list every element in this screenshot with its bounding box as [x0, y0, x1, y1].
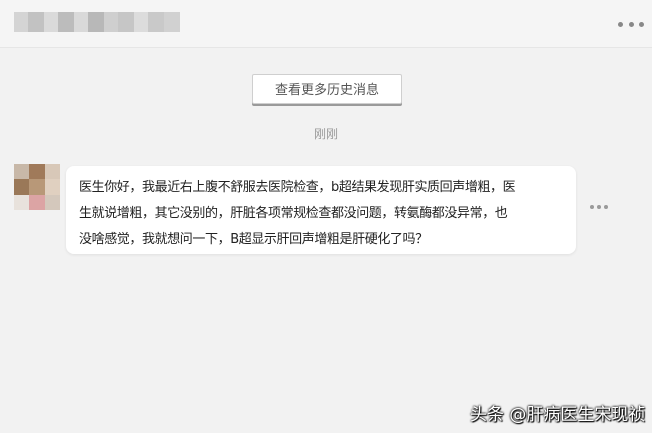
- message-more-icon[interactable]: [590, 204, 608, 210]
- chat-header: [0, 0, 652, 48]
- avatar-pixel: [14, 194, 30, 210]
- blurred-contact-name: [14, 12, 180, 32]
- blur-block: [88, 12, 104, 32]
- message-bubble: 医生你好，我最近右上腹不舒服去医院检查，b超结果发现肝实质回声增粗，医 生就说增…: [66, 166, 576, 254]
- avatar-pixel: [29, 164, 45, 180]
- avatar-pixel: [29, 194, 45, 210]
- more-dots-icon[interactable]: [618, 14, 644, 34]
- blur-block: [164, 12, 180, 32]
- avatar-pixel: [44, 179, 60, 195]
- avatar-pixel: [14, 164, 30, 180]
- message-line: 生就说增粗，其它没别的，肝脏各项常规检查都没问题，转氨酶都没异常，也: [79, 206, 508, 221]
- avatar-pixel: [29, 179, 45, 195]
- blur-block: [118, 12, 134, 32]
- message-line: 医生你好，我最近右上腹不舒服去医院检查，b超结果发现肝实质回声增粗，医: [79, 180, 516, 195]
- blur-block: [44, 12, 58, 32]
- blur-block: [148, 12, 164, 32]
- blur-block: [28, 12, 44, 32]
- blur-block: [74, 12, 88, 32]
- avatar-pixel: [44, 194, 60, 210]
- avatar-pixel: [44, 164, 60, 180]
- watermark: 头条 @肝病医生宋现祯: [470, 405, 646, 425]
- message-line: 没啥感觉，我就想问一下，B超显示肝回声增粗是肝硬化了吗？: [79, 232, 428, 247]
- view-more-history-button[interactable]: 查看更多历史消息: [252, 74, 402, 104]
- message-timestamp: 刚刚: [313, 127, 338, 141]
- blur-block: [14, 12, 28, 32]
- avatar[interactable]: [14, 164, 60, 210]
- blur-block: [134, 12, 148, 32]
- avatar-pixel: [14, 179, 30, 195]
- blur-block: [58, 12, 74, 32]
- blur-block: [104, 12, 118, 32]
